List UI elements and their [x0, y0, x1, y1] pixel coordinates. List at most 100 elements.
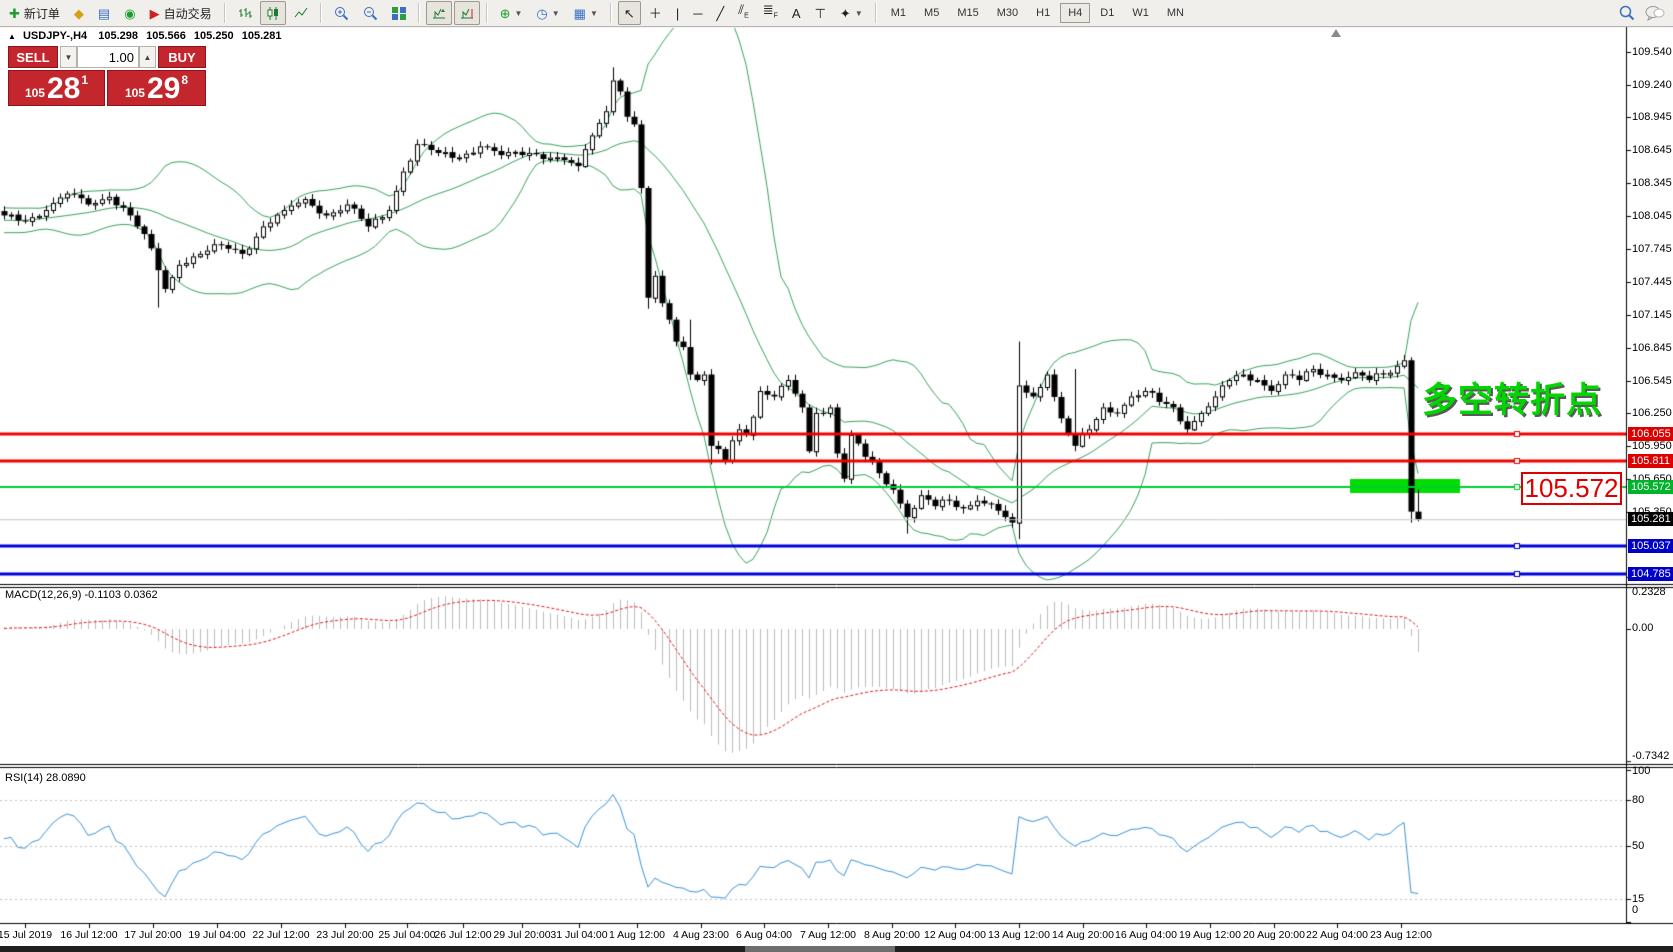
- auto-scroll-button[interactable]: [426, 1, 452, 25]
- trendline-button[interactable]: ╱: [710, 1, 730, 25]
- symbol-arrow-icon: ▲: [8, 32, 16, 41]
- timeframe-H4[interactable]: H4: [1060, 3, 1090, 23]
- price-chart-canvas[interactable]: [0, 0, 1673, 952]
- fibonacci-button[interactable]: ≣F: [757, 1, 784, 25]
- time-axis-label: 16 Jul 12:00: [60, 929, 117, 941]
- time-axis-label: 25 Jul 04:00: [378, 929, 435, 941]
- chart-shift-button[interactable]: [454, 1, 480, 25]
- timeframe-H1[interactable]: H1: [1028, 3, 1058, 23]
- vertical-line-button[interactable]: |: [670, 1, 685, 25]
- news-button[interactable]: ◉: [118, 1, 141, 25]
- timeframe-MN[interactable]: MN: [1159, 3, 1192, 23]
- time-axis-label: 22 Jul 12:00: [252, 929, 309, 941]
- price-axis-tick-label: 108.945: [1632, 111, 1672, 123]
- volume-increase-button[interactable]: ▲: [139, 46, 156, 68]
- timeframe-D1[interactable]: D1: [1092, 3, 1122, 23]
- chart-shift-marker-icon[interactable]: [1331, 29, 1341, 37]
- autotrading-icon: ▶: [150, 7, 160, 20]
- time-axis-label: 7 Aug 12:00: [800, 929, 856, 941]
- buy-price-button[interactable]: 105 29 8: [107, 70, 206, 106]
- sell-button[interactable]: SELL: [8, 46, 58, 68]
- low-value: 105.250: [194, 30, 234, 42]
- new-order-icon: ✚: [9, 7, 20, 20]
- current-price-tag: 105.281: [1628, 512, 1673, 526]
- timeframe-M1[interactable]: M1: [883, 3, 914, 23]
- horizontal-line-icon: ─: [693, 7, 702, 20]
- horizontal-line-button[interactable]: ─: [687, 1, 708, 25]
- time-axis-label: 4 Aug 23:00: [673, 929, 729, 941]
- dropdown-arrow-icon: ▼: [590, 7, 598, 20]
- clock-icon: ◷: [536, 7, 547, 20]
- macd-scale-max: 0.2328: [1632, 586, 1666, 598]
- dropdown-arrow-icon: ▼: [514, 7, 522, 20]
- chart-profile-button[interactable]: ◆: [68, 1, 90, 25]
- price-axis-tick-label: 108.645: [1632, 144, 1672, 156]
- arrows-button[interactable]: ✦▼: [834, 1, 869, 25]
- template-icon: ▦: [574, 7, 586, 20]
- symbol-period-label: USDJPY-,H4: [23, 30, 87, 42]
- timeframe-M15[interactable]: M15: [949, 3, 986, 23]
- metaeditor-icon: ▤: [98, 7, 110, 20]
- zoom-in-button[interactable]: [328, 1, 355, 25]
- zoom-out-icon: [363, 6, 378, 21]
- time-axis-label: 20 Aug 20:00: [1243, 929, 1305, 941]
- dropdown-arrow-icon: ▼: [552, 7, 560, 20]
- autotrading-button[interactable]: ▶ 自动交易: [144, 1, 218, 25]
- time-axis-label: 17 Jul 20:00: [124, 929, 181, 941]
- level-price-tag: 105.811: [1628, 454, 1673, 468]
- macd-indicator-label: MACD(12,26,9) -0.1103 0.0362: [5, 589, 158, 601]
- toolbar-separator: [224, 3, 226, 23]
- level-price-tag: 104.785: [1628, 567, 1673, 581]
- open-value: 105.298: [98, 30, 138, 42]
- text-icon: A: [792, 7, 801, 20]
- price-axis-tick-label: 109.540: [1632, 46, 1672, 58]
- channel-button[interactable]: ⫽E: [732, 1, 754, 25]
- horizontal-scrollbar[interactable]: [745, 946, 895, 952]
- buy-price-sup: 8: [181, 73, 188, 87]
- buy-price-big: 29: [147, 75, 180, 103]
- cursor-button[interactable]: ↖: [618, 1, 641, 25]
- templates-button[interactable]: ▦▼: [568, 1, 604, 25]
- text-label-button[interactable]: ⊤: [809, 1, 832, 25]
- volume-input[interactable]: 1.00: [77, 46, 139, 68]
- bar-chart-button[interactable]: [232, 1, 258, 25]
- indicators-button[interactable]: ⊕▼: [494, 1, 529, 25]
- close-value: 105.281: [242, 30, 282, 42]
- metaeditor-button[interactable]: ▤: [92, 1, 116, 25]
- time-axis-label: 29 Jul 20:00: [493, 929, 550, 941]
- buy-button[interactable]: BUY: [158, 46, 206, 68]
- line-chart-button[interactable]: [288, 1, 314, 25]
- arrows-icon: ✦: [840, 7, 851, 20]
- crosshair-button[interactable]: ＋: [643, 1, 668, 25]
- new-order-button[interactable]: ✚ 新订单: [3, 1, 66, 25]
- main-toolbar: ✚ 新订单 ◆ ▤ ◉ ▶ 自动交易: [0, 0, 1673, 27]
- candlestick-chart-button[interactable]: [260, 1, 286, 25]
- dropdown-arrow-icon: ▼: [855, 7, 863, 20]
- sell-price-button[interactable]: 105 28 1: [8, 70, 105, 106]
- fibonacci-icon: ≣F: [763, 3, 778, 23]
- window-bottom-edge: [0, 946, 1673, 952]
- profile-icon: ◆: [74, 7, 84, 20]
- macd-scale-min: -0.7342: [1632, 750, 1669, 762]
- periods-button[interactable]: ◷▼: [530, 1, 565, 25]
- indicators-icon: ⊕: [500, 7, 511, 20]
- chart-title: ▲ USDJPY-,H4 105.298 105.566 105.250 105…: [8, 30, 282, 42]
- chart-text-annotation[interactable]: 多空转折点: [1422, 372, 1602, 423]
- time-axis-label: 13 Aug 12:00: [988, 929, 1050, 941]
- zoom-out-button[interactable]: [357, 1, 384, 25]
- price-axis-tick-label: 108.045: [1632, 210, 1672, 222]
- search-icon[interactable]: [1619, 5, 1635, 21]
- volume-decrease-button[interactable]: ▼: [60, 46, 77, 68]
- time-axis-label: 22 Aug 04:00: [1306, 929, 1368, 941]
- text-button[interactable]: A: [786, 1, 807, 25]
- price-axis-tick-label: 107.745: [1632, 243, 1672, 255]
- tile-windows-button[interactable]: [386, 1, 412, 25]
- price-level-tag[interactable]: 105.572: [1521, 472, 1622, 505]
- timeframe-M5[interactable]: M5: [916, 3, 947, 23]
- timeframe-W1[interactable]: W1: [1124, 3, 1157, 23]
- price-axis-tick-label: 106.545: [1632, 375, 1672, 387]
- timeframe-M30[interactable]: M30: [989, 3, 1026, 23]
- time-axis-label: 15 Jul 2019: [0, 929, 52, 941]
- chat-icon[interactable]: [1645, 5, 1665, 21]
- time-axis-label: 23 Aug 12:00: [1370, 929, 1432, 941]
